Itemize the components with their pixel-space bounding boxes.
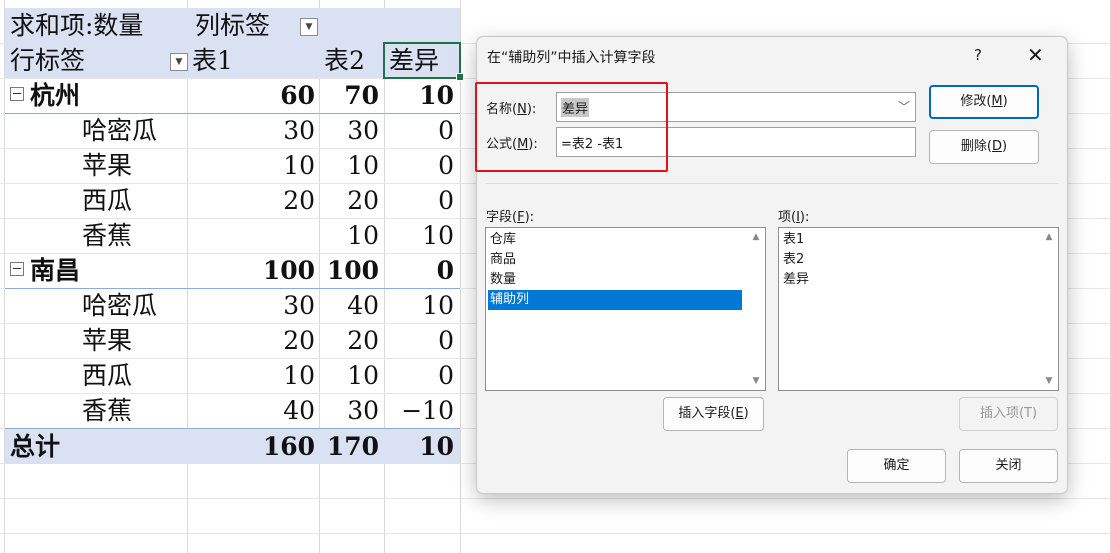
pivot-item-row[interactable]: 苹果 10 10 0 [5,148,460,183]
field-list-item[interactable]: 数量 [488,270,742,290]
table2-value: 30 [347,116,379,145]
item-list-item[interactable]: 表2 [781,250,1035,270]
column-header-table1[interactable]: 表1 [192,43,233,78]
column-filter-dropdown-icon[interactable]: ▼ [300,18,318,36]
row-label: 哈密瓜 [82,291,158,320]
column-labels-header[interactable]: 列标签 [195,8,270,43]
pivot-grand-total-row[interactable]: 总计 160 170 10 [5,428,460,464]
diff-value: 10 [422,291,454,320]
diff-value: 10 [422,221,454,250]
table1-value: 60 [280,81,315,110]
diff-value: 0 [438,151,454,180]
chevron-down-icon[interactable]: ﹀ [893,93,915,121]
collapse-icon[interactable] [10,261,24,276]
table2-value: 40 [347,291,379,320]
table2-value: 70 [344,81,379,110]
pivot-value-field-label[interactable]: 求和项:数量 [10,8,143,43]
table1-value: 30 [283,116,315,145]
table1-value: 40 [283,396,315,425]
diff-value: 0 [436,256,454,285]
diff-value: −10 [401,396,454,425]
row-label: 苹果 [82,326,133,355]
pivot-item-row[interactable]: 哈密瓜 30 30 0 [5,113,460,148]
row-filter-dropdown-icon[interactable]: ▼ [170,53,188,71]
delete-button[interactable]: 删除(D) [929,130,1039,164]
pivot-item-row[interactable]: 香蕉 40 30 −10 [5,393,460,428]
modify-button[interactable]: 修改(M) [929,85,1039,119]
table1-value: 10 [283,361,315,390]
pivot-header-row-1: 求和项:数量 列标签 ▼ [5,8,460,43]
pivot-item-row[interactable]: 香蕉 10 10 [5,218,460,253]
scroll-up-icon[interactable]: ▲ [747,228,765,246]
scroll-down-icon[interactable]: ▼ [747,372,765,390]
items-listbox[interactable]: 表1 表2 差异 ▲ ▼ [778,227,1059,391]
field-list-item[interactable]: 商品 [488,250,742,270]
row-label: 哈密瓜 [82,116,158,145]
diff-value: 10 [419,81,454,110]
items-label: 项(I): [778,210,810,225]
grand-total-table1: 160 [262,432,315,461]
table2-value: 10 [347,361,379,390]
diff-value: 0 [438,361,454,390]
pivot-group-row[interactable]: 南昌 100 100 0 [5,253,460,288]
pivot-item-row[interactable]: 西瓜 20 20 0 [5,183,460,218]
grand-total-table2: 170 [326,432,379,461]
pivot-item-row[interactable]: 苹果 20 20 0 [5,323,460,358]
row-label: 苹果 [82,151,133,180]
diff-value: 0 [438,186,454,215]
row-label: 西瓜 [82,186,133,215]
grand-total-diff: 10 [419,432,454,461]
items-scrollbar[interactable]: ▲ ▼ [1040,228,1058,390]
row-label: 香蕉 [82,396,133,425]
table1-value: 30 [283,291,315,320]
row-labels-header[interactable]: 行标签 [10,43,85,78]
pivot-item-row[interactable]: 哈密瓜 30 40 10 [5,288,460,323]
table2-value: 20 [347,326,379,355]
fields-scrollbar[interactable]: ▲ ▼ [747,228,765,390]
table1-value: 20 [283,326,315,355]
column-header-table2[interactable]: 表2 [324,43,365,78]
close-button[interactable]: 关闭 [959,449,1058,483]
diff-value: 0 [438,116,454,145]
scroll-up-icon[interactable]: ▲ [1040,228,1058,246]
insert-field-button[interactable]: 插入字段(E) [663,397,764,431]
table2-value: 10 [347,151,379,180]
close-icon[interactable]: ✕ [1027,43,1044,67]
table1-value: 20 [283,186,315,215]
table2-value: 100 [326,256,379,285]
item-list-item[interactable]: 表1 [781,230,1035,250]
table1-value: 100 [262,256,315,285]
divider [485,183,1059,184]
ok-button[interactable]: 确定 [847,449,946,483]
fields-listbox[interactable]: 仓库 商品 数量 辅助列 ▲ ▼ [485,227,766,391]
diff-value: 0 [438,326,454,355]
insert-item-button[interactable]: 插入项(T) [959,397,1058,431]
table1-value: 10 [283,151,315,180]
help-icon[interactable]: ? [974,46,982,64]
red-annotation-box [475,82,668,172]
table2-value: 20 [347,186,379,215]
table2-value: 10 [347,221,379,250]
row-label: 香蕉 [82,221,133,250]
item-list-item[interactable]: 差异 [781,270,1035,290]
table2-value: 30 [347,396,379,425]
pivot-item-row[interactable]: 西瓜 10 10 0 [5,358,460,393]
row-label: 南昌 [10,253,80,288]
fields-label: 字段(F): [486,210,535,225]
row-label: 杭州 [10,78,80,113]
active-cell-selection [383,42,461,79]
collapse-icon[interactable] [10,86,24,101]
scroll-down-icon[interactable]: ▼ [1040,372,1058,390]
grand-total-label: 总计 [10,432,61,461]
pivot-group-row[interactable]: 杭州 60 70 10 [5,78,460,113]
dialog-title: 在“辅助列”中插入计算字段 [487,50,656,66]
field-list-item[interactable]: 仓库 [488,230,742,250]
row-label: 西瓜 [82,361,133,390]
field-list-item[interactable]: 辅助列 [488,290,742,310]
